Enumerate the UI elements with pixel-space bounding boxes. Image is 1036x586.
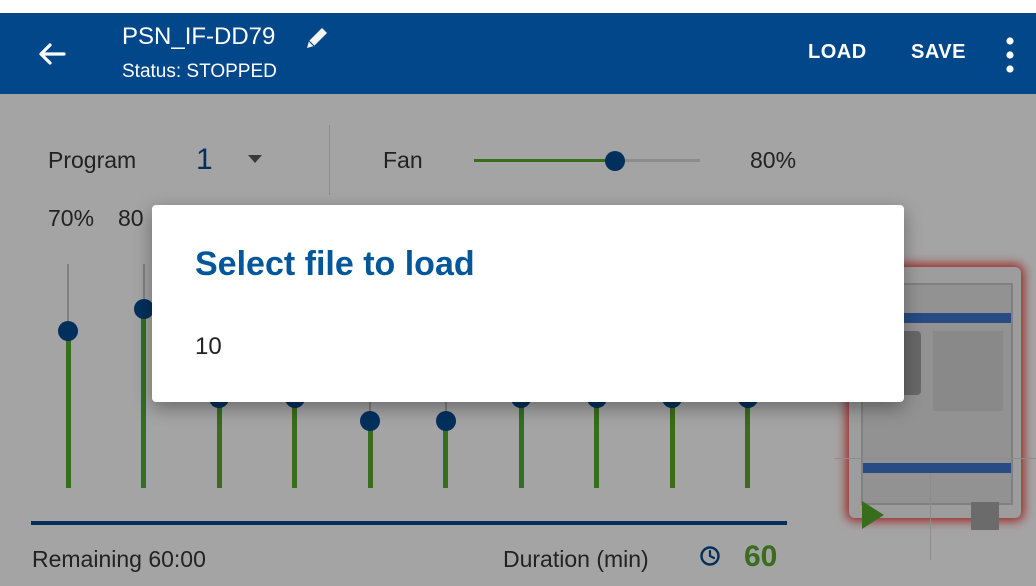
pencil-icon[interactable] xyxy=(302,23,332,53)
device-name: PSN_IF-DD79 xyxy=(122,23,276,50)
save-button[interactable]: SAVE xyxy=(911,41,966,64)
select-file-dialog: Select file to load 10 xyxy=(152,205,904,402)
device-status: Status: STOPPED xyxy=(122,61,277,82)
status-strip xyxy=(0,0,1036,13)
back-arrow-icon[interactable] xyxy=(32,35,72,73)
more-vert-icon[interactable] xyxy=(1002,35,1018,75)
app-bar: PSN_IF-DD79 Status: STOPPED LOAD SAVE xyxy=(0,13,1036,94)
dialog-title: Select file to load xyxy=(195,245,475,283)
file-list-item[interactable]: 10 xyxy=(195,333,222,361)
load-button[interactable]: LOAD xyxy=(808,41,867,64)
